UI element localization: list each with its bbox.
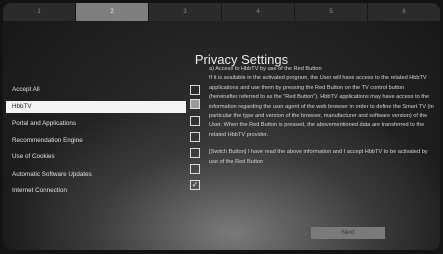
- menu-item-accept-all[interactable]: Accept All: [6, 84, 186, 96]
- recommendation-engine-checkbox[interactable]: [190, 132, 200, 142]
- menu-item-automatic-software-updates[interactable]: Automatic Software Updates: [6, 169, 186, 181]
- tv-screen: 1 2 3 4 5 6 Privacy Settings Accept All …: [3, 3, 440, 250]
- menu-item-hbbtv[interactable]: HbbTV: [6, 101, 186, 113]
- description-panel: a) Access to HbbTV by use of the Red But…: [209, 65, 434, 167]
- accept-all-checkbox[interactable]: [190, 85, 200, 95]
- menu-item-portal-and-applications[interactable]: Portal and Applications: [6, 118, 186, 130]
- menu-item-use-of-cookies[interactable]: Use of Cookies: [6, 151, 186, 163]
- step-4: 4: [222, 3, 295, 21]
- description-body: If it is available in the activated prog…: [209, 75, 434, 138]
- step-indicator: 1 2 3 4 5 6: [3, 3, 440, 21]
- checkmark-icon: ✓: [191, 180, 199, 189]
- next-button[interactable]: Next: [311, 227, 385, 239]
- menu-item-recommendation-engine[interactable]: Recommendation Engine: [6, 135, 186, 147]
- step-3: 3: [149, 3, 222, 21]
- automatic-software-updates-checkbox[interactable]: [190, 164, 200, 174]
- description-heading: a) Access to HbbTV by use of the Red But…: [209, 66, 322, 72]
- portal-and-applications-checkbox[interactable]: [190, 116, 200, 126]
- step-1: 1: [3, 3, 76, 21]
- step-6: 6: [402, 9, 406, 15]
- use-of-cookies-checkbox[interactable]: [190, 148, 200, 158]
- consent-text: [Switch Button] I have read the above in…: [209, 149, 428, 165]
- hbbtv-checkbox[interactable]: [190, 99, 200, 109]
- internet-connection-checkbox[interactable]: ✓: [190, 180, 200, 190]
- menu-item-internet-connection[interactable]: Internet Connection: [6, 185, 186, 197]
- step-5: 5: [295, 3, 368, 21]
- step-2: 2: [76, 3, 149, 21]
